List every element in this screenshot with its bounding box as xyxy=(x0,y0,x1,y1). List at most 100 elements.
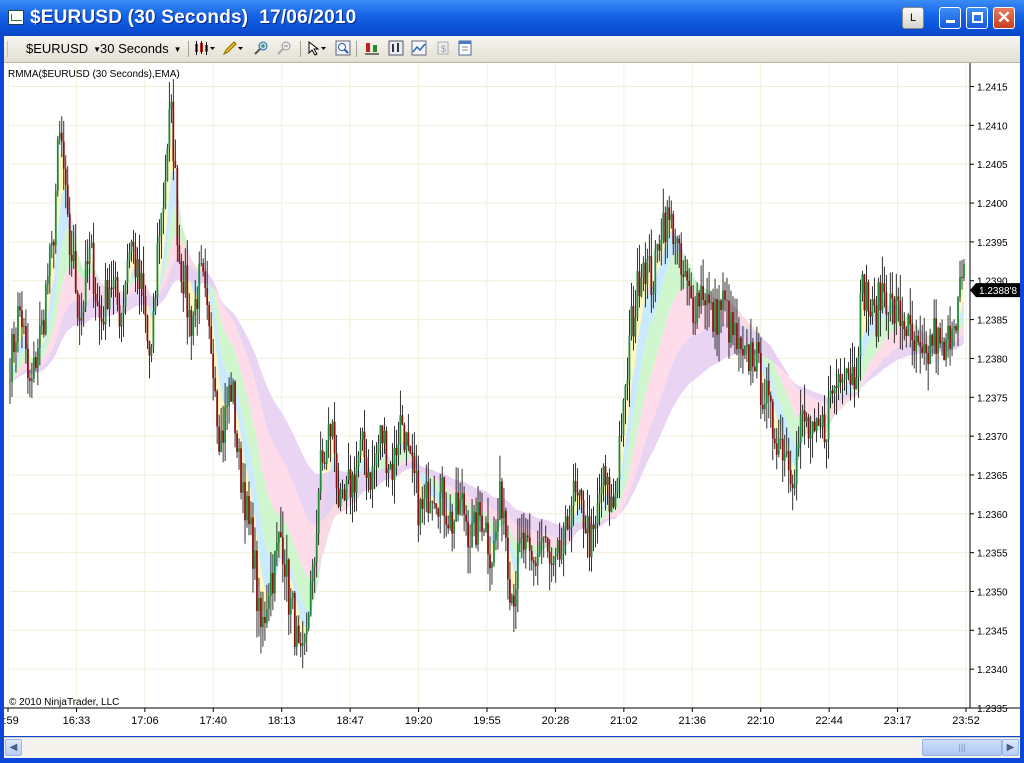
candle-body xyxy=(937,327,940,354)
candle-body xyxy=(875,305,878,337)
candle-body xyxy=(859,292,862,356)
indicators-icon[interactable] xyxy=(364,40,380,56)
candle-body xyxy=(805,417,808,422)
candle-body xyxy=(441,477,444,493)
minimize-button[interactable] xyxy=(939,7,961,29)
candle-body xyxy=(473,512,475,523)
candle-body xyxy=(285,559,288,577)
candle-body xyxy=(881,283,884,311)
chart-panel[interactable]: 1.2415 1.2410 1.2405 1.2400 1.2395 1.2390 1.23… xyxy=(0,63,1020,736)
candle-body xyxy=(582,500,585,529)
candle-body xyxy=(634,316,637,337)
candle-body xyxy=(781,438,784,461)
candle-body xyxy=(40,320,43,326)
candle-body xyxy=(234,381,236,434)
scroll-thumb[interactable]: ||| xyxy=(922,739,1002,756)
candle-body xyxy=(58,132,61,140)
candle-body xyxy=(277,532,280,543)
price-tick-label: 1.2370 xyxy=(977,432,1008,443)
candle-body xyxy=(92,242,95,294)
scroll-left-button[interactable]: ◀ xyxy=(5,739,22,756)
close-button[interactable]: ✕ xyxy=(993,7,1015,29)
pointer-icon[interactable] xyxy=(306,40,328,56)
candle-body xyxy=(672,214,675,245)
candle-body xyxy=(963,264,965,278)
candle-body xyxy=(682,274,685,277)
candle-body xyxy=(50,241,53,246)
candle-body xyxy=(64,168,67,185)
candlestick-style-icon[interactable] xyxy=(194,40,216,56)
candle-body xyxy=(461,493,464,500)
candle-body xyxy=(315,533,318,563)
layout-button[interactable]: L xyxy=(902,7,924,29)
candle-body xyxy=(469,546,471,548)
candle-body xyxy=(156,243,159,298)
candle-body xyxy=(757,341,760,354)
candle-body xyxy=(596,503,599,525)
candle-body xyxy=(503,510,505,519)
candle-body xyxy=(132,241,135,247)
candle-body xyxy=(305,628,308,635)
candle-body xyxy=(510,595,513,604)
candle-body xyxy=(148,341,151,356)
title-bar[interactable]: $EURUSD (30 Seconds) 17/06/2010 L ✕ xyxy=(0,0,1024,36)
candle-body xyxy=(815,418,818,431)
candle-body xyxy=(803,410,806,422)
candle-body xyxy=(941,341,943,344)
candle-body xyxy=(102,321,105,325)
candle-body xyxy=(38,325,41,348)
candle-body xyxy=(654,249,657,294)
candle-body xyxy=(604,466,607,485)
zoom-in-icon[interactable] xyxy=(253,40,269,56)
candle-body xyxy=(134,246,137,278)
candle-body xyxy=(843,378,846,380)
templates-icon[interactable] xyxy=(457,40,473,56)
candle-body xyxy=(343,489,346,501)
candle-body xyxy=(666,207,669,243)
candle-body xyxy=(17,306,19,343)
chart-properties-icon[interactable] xyxy=(411,40,427,56)
candle-body xyxy=(399,415,402,445)
candle-body xyxy=(78,317,81,321)
strategies-icon[interactable] xyxy=(388,40,404,56)
magnifier-icon[interactable] xyxy=(335,40,351,56)
horizontal-scrollbar[interactable]: ◀ ||| ▶ xyxy=(4,737,1020,758)
candle-body xyxy=(921,346,924,353)
candle-body xyxy=(714,298,716,332)
candle-body xyxy=(509,579,511,604)
candle-body xyxy=(845,368,848,379)
candle-body xyxy=(871,299,874,317)
candle-body xyxy=(550,563,553,565)
price-chart[interactable]: 1.24151.24101.24051.24001.23951.23901.23… xyxy=(0,63,1020,736)
candle-body xyxy=(724,290,726,300)
candle-body xyxy=(560,553,563,560)
candle-body xyxy=(120,314,123,327)
candle-body xyxy=(853,366,856,390)
interval-selector[interactable]: 30 Seconds ▼ xyxy=(100,40,182,58)
candle-body xyxy=(632,306,635,337)
candle-body xyxy=(542,536,545,538)
maximize-button[interactable] xyxy=(966,7,988,29)
candle-body xyxy=(773,438,776,444)
candle-body xyxy=(244,482,246,521)
candle-body xyxy=(636,271,639,317)
scroll-right-button[interactable]: ▶ xyxy=(1002,739,1019,756)
candle-body xyxy=(86,261,89,265)
candle-body xyxy=(337,488,340,507)
candle-body xyxy=(897,296,900,301)
candle-body xyxy=(829,390,832,398)
drawing-pencil-icon[interactable] xyxy=(222,40,244,56)
chart-window: $EURUSD (30 Seconds) 17/06/2010 L ✕ $EUR… xyxy=(0,0,1024,763)
data-box-icon[interactable]: $ xyxy=(435,40,451,56)
candle-body xyxy=(355,466,358,493)
candle-body xyxy=(391,464,394,481)
instrument-selector[interactable]: $EURUSD ▼ xyxy=(26,40,101,58)
candle-body xyxy=(317,492,320,534)
candle-body xyxy=(323,462,326,464)
candle-body xyxy=(152,311,155,347)
candle-body xyxy=(453,521,456,534)
candle-body xyxy=(528,537,531,551)
time-tick-label: 19:55 xyxy=(473,715,501,727)
zoom-out-icon[interactable] xyxy=(276,40,292,56)
candle-body xyxy=(379,425,382,445)
